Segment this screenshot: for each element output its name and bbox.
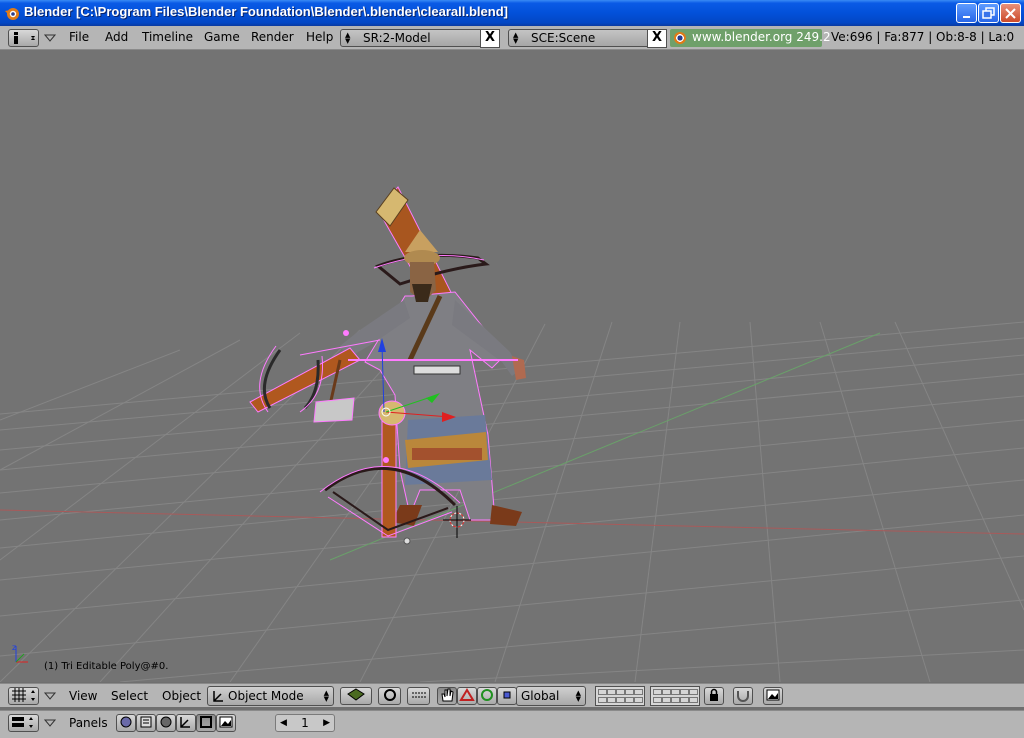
buttons-window-icon (12, 717, 33, 728)
rotate-toggle[interactable] (477, 687, 497, 705)
scene-name: SCE:Scene (531, 31, 596, 45)
editing-context-button[interactable] (196, 714, 216, 732)
blender-logo-icon (5, 8, 19, 20)
collapse-arrow-icon[interactable] (44, 692, 56, 700)
svg-text:z: z (12, 643, 16, 652)
circle-icon (481, 689, 493, 701)
scale-toggle[interactable] (497, 687, 517, 705)
logic-context-button[interactable] (116, 714, 136, 732)
square-icon (503, 691, 511, 699)
mode-label: Object Mode (228, 689, 304, 703)
magnet-icon (737, 691, 749, 702)
layer-buttons-b[interactable] (650, 686, 700, 706)
delete-screen-button[interactable]: X (480, 29, 500, 48)
object-context-button[interactable] (176, 714, 196, 732)
viewport-canvas: z (0, 186, 1024, 682)
menu-select[interactable]: Select (111, 689, 148, 703)
website-label: www.blender.org 249.2 (692, 30, 831, 44)
menu-render[interactable]: Render (251, 30, 294, 44)
close-icon (1005, 8, 1016, 19)
lock-icon (710, 688, 718, 701)
snap-button[interactable] (733, 687, 753, 705)
shading-context-button[interactable] (156, 714, 176, 732)
delete-scene-button[interactable]: X (647, 29, 667, 48)
minimize-icon (963, 16, 970, 18)
menu-game[interactable]: Game (204, 30, 240, 44)
buttons-header: Panels ◀ 1 ▶ (0, 710, 1024, 738)
manipulator-toggle[interactable] (437, 687, 457, 705)
decrement-arrow-icon[interactable]: ◀ (280, 715, 287, 731)
buttons-type-button[interactable] (8, 714, 39, 732)
hand-icon (441, 688, 454, 702)
view3d-type-button[interactable] (8, 687, 39, 705)
frame-number-field[interactable]: ◀ 1 ▶ (275, 714, 335, 732)
maximize-icon (982, 7, 995, 19)
menu-file[interactable]: File (69, 30, 89, 44)
object-mode-icon (213, 691, 223, 702)
align-button[interactable] (407, 687, 430, 705)
draw-type-button[interactable] (340, 687, 372, 705)
lock-layers-button[interactable] (704, 687, 724, 705)
3d-viewport[interactable]: z (0, 50, 1024, 682)
window-type-button[interactable] (8, 29, 39, 47)
window-titlebar: Blender [C:\Program Files\Blender Founda… (0, 0, 1024, 26)
up-down-icon: ▲ ▼ (323, 689, 329, 703)
version-badge: www.blender.org 249.2 (670, 29, 831, 47)
menu-object[interactable]: Object (162, 689, 201, 703)
logic-icon (120, 716, 132, 728)
menu-view[interactable]: View (69, 689, 97, 703)
up-down-icon: ▲ ▼ (345, 31, 351, 45)
scene-image-icon (219, 716, 233, 728)
orientation-label: Global (521, 689, 560, 703)
render-preview-button[interactable] (763, 687, 783, 705)
orientation-selector[interactable]: Global ▲ ▼ (516, 686, 586, 706)
info-window-icon (14, 32, 35, 44)
collapse-arrow-icon[interactable] (44, 719, 56, 727)
scene-selector[interactable]: ▲ ▼ SCE:Scene X (508, 29, 667, 48)
active-object-info: (1) Tri Editable Poly@#0. (44, 661, 169, 672)
window-title: Blender [C:\Program Files\Blender Founda… (24, 4, 508, 19)
editing-icon (200, 716, 212, 728)
scene-context-button[interactable] (216, 714, 236, 732)
increment-arrow-icon[interactable]: ▶ (323, 715, 330, 731)
triangle-icon (459, 688, 475, 701)
menu-help[interactable]: Help (306, 30, 333, 44)
menu-timeline[interactable]: Timeline (142, 30, 193, 44)
character-model (249, 186, 526, 545)
minimize-button[interactable] (956, 3, 977, 23)
blender-logo-icon (674, 32, 686, 44)
pivot-icon (383, 689, 396, 701)
frame-number: 1 (301, 716, 309, 730)
script-context-button[interactable] (136, 714, 156, 732)
up-down-icon: ▲ ▼ (575, 689, 581, 703)
up-down-icon: ▲ ▼ (513, 31, 519, 45)
screen-selector[interactable]: ▲ ▼ SR:2-Model X (340, 29, 500, 48)
view3d-header: View Select Object Object Mode ▲ ▼ Global… (0, 683, 1024, 707)
mode-selector[interactable]: Object Mode ▲ ▼ (207, 686, 334, 706)
axis-orientation-widget: z (12, 643, 28, 663)
view3d-window-icon (12, 688, 35, 702)
panels-menu[interactable]: Panels (69, 716, 108, 730)
pivot-button[interactable] (378, 687, 401, 705)
object-icon (180, 717, 190, 728)
translate-toggle[interactable] (457, 687, 477, 705)
menu-add[interactable]: Add (105, 30, 128, 44)
script-icon (140, 716, 152, 728)
scene-stats: Ve:696 | Fa:877 | Ob:8-8 | La:0 (831, 30, 1015, 44)
maximize-button[interactable] (978, 3, 999, 23)
collapse-arrow-icon[interactable] (44, 34, 56, 42)
layer-buttons-a[interactable] (595, 686, 645, 706)
shading-sphere-icon (160, 716, 172, 728)
render-icon (766, 689, 780, 701)
close-button[interactable] (1000, 3, 1021, 23)
screen-name: SR:2-Model (363, 31, 431, 45)
align-icon (411, 692, 426, 698)
solid-draw-icon (347, 688, 365, 701)
